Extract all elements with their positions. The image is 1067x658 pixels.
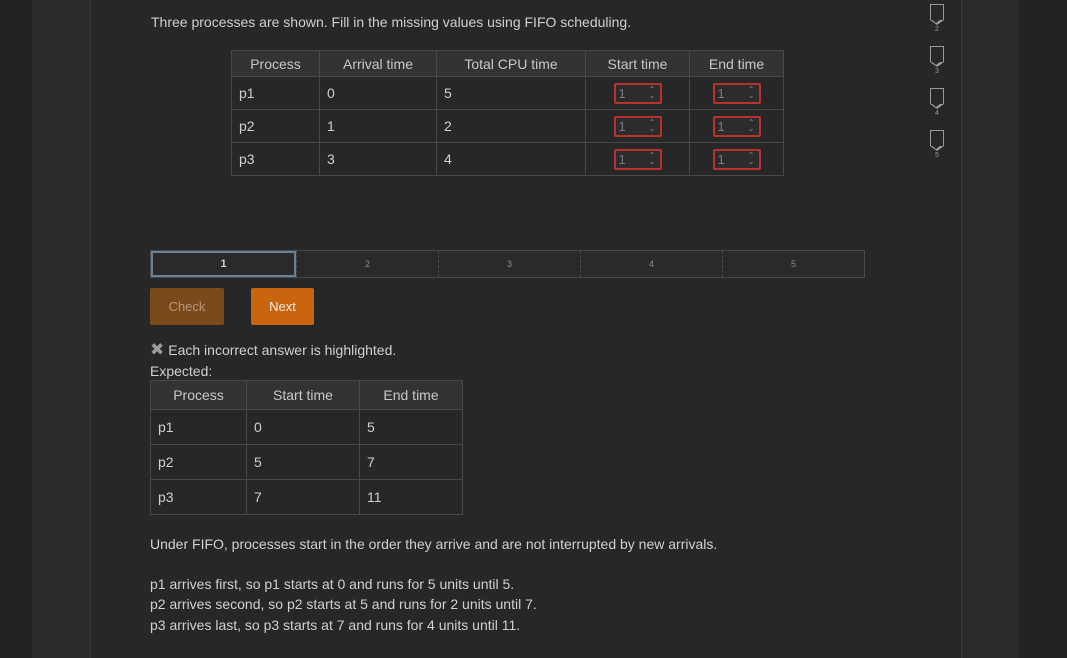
progress-bar: 1 2 3 4 5 — [150, 250, 865, 278]
level-badge[interactable]: 5 — [928, 130, 946, 159]
start-cell: 5 — [246, 444, 360, 480]
explanation-line: p3 arrives last, so p3 starts at 7 and r… — [150, 617, 521, 633]
next-button[interactable]: Next — [251, 288, 314, 325]
header-start-time: Start time — [585, 50, 690, 77]
expected-table: Process Start time End time p1 0 5 p2 5 … — [150, 380, 463, 515]
end-time-input[interactable]: 1 ⌃ ⌄ — [712, 82, 761, 104]
end-cell: 1 ⌃ ⌄ — [689, 142, 784, 176]
start-time-input[interactable]: 1 ⌃ ⌄ — [613, 115, 662, 137]
badge-number: 5 — [935, 152, 939, 159]
process-cell: p2 — [150, 444, 247, 480]
explanation-intro: Under FIFO, processes start in the order… — [150, 536, 718, 552]
table-row: p2 5 7 — [150, 444, 463, 480]
spinner-arrows-icon[interactable]: ⌃ ⌄ — [649, 152, 656, 166]
end-cell: 11 — [359, 479, 463, 515]
table-row: p3 7 11 — [150, 479, 463, 515]
spinner-arrows-icon[interactable]: ⌃ ⌄ — [748, 86, 755, 100]
spinner-arrows-icon[interactable]: ⌃ ⌄ — [649, 119, 656, 133]
spinner-arrows-icon[interactable]: ⌃ ⌄ — [748, 119, 755, 133]
question-table-header: Process Arrival time Total CPU time Star… — [231, 50, 784, 77]
header-process: Process — [150, 380, 247, 410]
arrival-cell: 0 — [319, 76, 437, 110]
input-value: 1 — [618, 85, 626, 101]
level-badge[interactable]: 2 — [928, 4, 946, 33]
header-total-cpu-time: Total CPU time — [436, 50, 586, 77]
table-row: p1 0 5 — [150, 409, 463, 445]
progress-segment-2[interactable]: 2 — [296, 251, 438, 277]
progress-segment-4[interactable]: 4 — [580, 251, 722, 277]
arrival-cell: 1 — [319, 109, 437, 143]
expected-table-header: Process Start time End time — [150, 380, 463, 410]
feedback-message: ✖ Each incorrect answer is highlighted. — [150, 340, 396, 360]
right-gutter — [1019, 0, 1067, 658]
start-cell: 0 — [246, 409, 360, 445]
shield-icon — [929, 130, 944, 151]
header-start-time: Start time — [246, 380, 360, 410]
start-cell: 1 ⌃ ⌄ — [585, 109, 690, 143]
explanation-line: p2 arrives second, so p2 starts at 5 and… — [150, 596, 537, 612]
input-value: 1 — [717, 151, 725, 167]
start-time-input[interactable]: 1 ⌃ ⌄ — [613, 82, 662, 104]
check-button[interactable]: Check — [150, 288, 224, 325]
shield-icon — [929, 88, 944, 109]
explanation-line: p1 arrives first, so p1 starts at 0 and … — [150, 576, 515, 592]
header-end-time: End time — [359, 380, 463, 410]
x-icon: ✖ — [150, 340, 165, 359]
end-time-input[interactable]: 1 ⌃ ⌄ — [712, 148, 761, 170]
spinner-arrows-icon[interactable]: ⌃ ⌄ — [649, 86, 656, 100]
table-row: p3 3 4 1 ⌃ ⌄ 1 ⌃ ⌄ — [231, 142, 784, 176]
table-row: p1 0 5 1 ⌃ ⌄ 1 ⌃ ⌄ — [231, 76, 784, 110]
badge-number: 4 — [935, 110, 939, 117]
shield-icon — [929, 46, 944, 67]
table-row: p2 1 2 1 ⌃ ⌄ 1 ⌃ ⌄ — [231, 109, 784, 143]
end-cell: 7 — [359, 444, 463, 480]
cpu-cell: 5 — [436, 76, 586, 110]
input-value: 1 — [717, 118, 725, 134]
header-end-time: End time — [689, 50, 784, 77]
start-time-input[interactable]: 1 ⌃ ⌄ — [613, 148, 662, 170]
left-gutter — [0, 0, 32, 658]
process-cell: p1 — [150, 409, 247, 445]
question-table: Process Arrival time Total CPU time Star… — [231, 50, 784, 176]
process-cell: p3 — [150, 479, 247, 515]
process-cell: p3 — [231, 142, 320, 176]
start-cell: 7 — [246, 479, 360, 515]
process-cell: p1 — [231, 76, 320, 110]
cpu-cell: 2 — [436, 109, 586, 143]
input-value: 1 — [717, 85, 725, 101]
header-process: Process — [231, 50, 320, 77]
level-badge[interactable]: 4 — [928, 88, 946, 117]
progress-segment-3[interactable]: 3 — [438, 251, 580, 277]
input-value: 1 — [618, 151, 626, 167]
progress-segment-1[interactable]: 1 — [151, 251, 296, 277]
arrival-cell: 3 — [319, 142, 437, 176]
end-cell: 5 — [359, 409, 463, 445]
input-value: 1 — [618, 118, 626, 134]
progress-segment-5[interactable]: 5 — [722, 251, 864, 277]
cpu-cell: 4 — [436, 142, 586, 176]
feedback-text: Each incorrect answer is highlighted. — [168, 342, 397, 358]
process-cell: p2 — [231, 109, 320, 143]
start-cell: 1 ⌃ ⌄ — [585, 142, 690, 176]
end-time-input[interactable]: 1 ⌃ ⌄ — [712, 115, 761, 137]
expected-label: Expected: — [150, 363, 213, 379]
end-cell: 1 ⌃ ⌄ — [689, 109, 784, 143]
start-cell: 1 ⌃ ⌄ — [585, 76, 690, 110]
shield-icon — [929, 4, 944, 25]
badge-number: 3 — [935, 68, 939, 75]
header-arrival-time: Arrival time — [319, 50, 437, 77]
badge-number: 2 — [935, 26, 939, 33]
spinner-arrows-icon[interactable]: ⌃ ⌄ — [748, 152, 755, 166]
level-badge[interactable]: 3 — [928, 46, 946, 75]
question-prompt: Three processes are shown. Fill in the m… — [151, 14, 632, 30]
end-cell: 1 ⌃ ⌄ — [689, 76, 784, 110]
